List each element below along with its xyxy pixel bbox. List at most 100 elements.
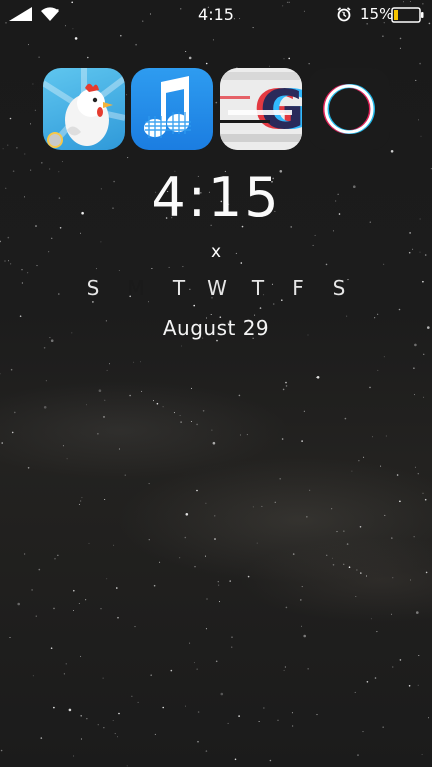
chicken-icon [43,68,125,150]
star [154,733,156,735]
star [43,347,46,349]
star [285,385,288,387]
star [24,153,26,155]
star [348,566,351,568]
star [62,445,64,447]
star [85,599,87,601]
circle-app[interactable] [308,68,390,150]
star [216,339,218,342]
battery-fill [394,10,398,20]
star [238,394,241,397]
star [189,642,191,644]
star [358,460,360,462]
star [103,727,105,729]
star [162,706,164,709]
star [102,677,104,679]
star [30,123,31,125]
star [103,416,105,418]
star [282,388,285,391]
star [148,483,150,485]
star [382,726,384,728]
star [78,603,80,604]
star [57,554,59,556]
star [332,564,335,566]
star [10,368,13,371]
star [38,568,41,571]
star [135,43,137,46]
star [180,345,182,347]
battery-percent: 15% [360,5,394,23]
alarm-icon [336,6,352,26]
star [399,47,401,49]
star [413,536,415,538]
star [117,736,118,738]
music-note-icon [144,76,191,138]
star [370,618,372,620]
star [72,28,74,30]
star [212,441,216,445]
star [153,400,154,402]
star [61,161,63,163]
star [9,117,12,120]
star [377,369,379,371]
star [217,581,219,583]
star [113,544,115,546]
star [134,626,136,628]
star [374,677,377,679]
star [117,616,119,619]
star [88,542,90,544]
star [399,500,401,503]
music-app[interactable] [131,68,213,150]
star [185,705,186,707]
star [385,435,387,437]
star [206,598,208,600]
star [398,308,401,311]
star [87,56,89,59]
star [301,586,303,588]
battery-icon [391,7,425,27]
star [316,376,320,379]
star [300,599,302,601]
star [258,721,260,722]
glitch-g-app[interactable]: G G G [220,68,302,150]
star [285,606,288,609]
chicken-game-app[interactable] [43,68,125,150]
star [11,431,14,434]
star [66,458,68,460]
star [80,738,82,740]
star [65,663,67,665]
star [292,553,295,555]
star [390,150,394,153]
star [346,543,349,545]
star [343,530,345,532]
star [383,263,385,265]
star [118,712,120,715]
star [355,596,357,597]
star [100,608,102,610]
star [68,708,72,712]
star [231,636,233,638]
star [97,724,99,726]
star [7,236,10,239]
star [127,157,129,159]
star [170,669,173,672]
star [360,572,362,574]
star [415,79,417,81]
star [392,577,394,579]
star [80,500,82,502]
star [9,637,11,638]
star [218,584,220,586]
star [291,712,293,714]
star [284,666,286,668]
star [74,37,78,40]
weekday-wednesday: W [207,276,227,300]
star [303,410,305,412]
weekday-saturday: S [332,276,346,300]
widget-marker: x [210,242,222,262]
star [425,571,428,574]
star [202,410,205,412]
star [182,266,184,268]
star [377,313,379,315]
star [331,508,333,510]
star [227,722,229,724]
